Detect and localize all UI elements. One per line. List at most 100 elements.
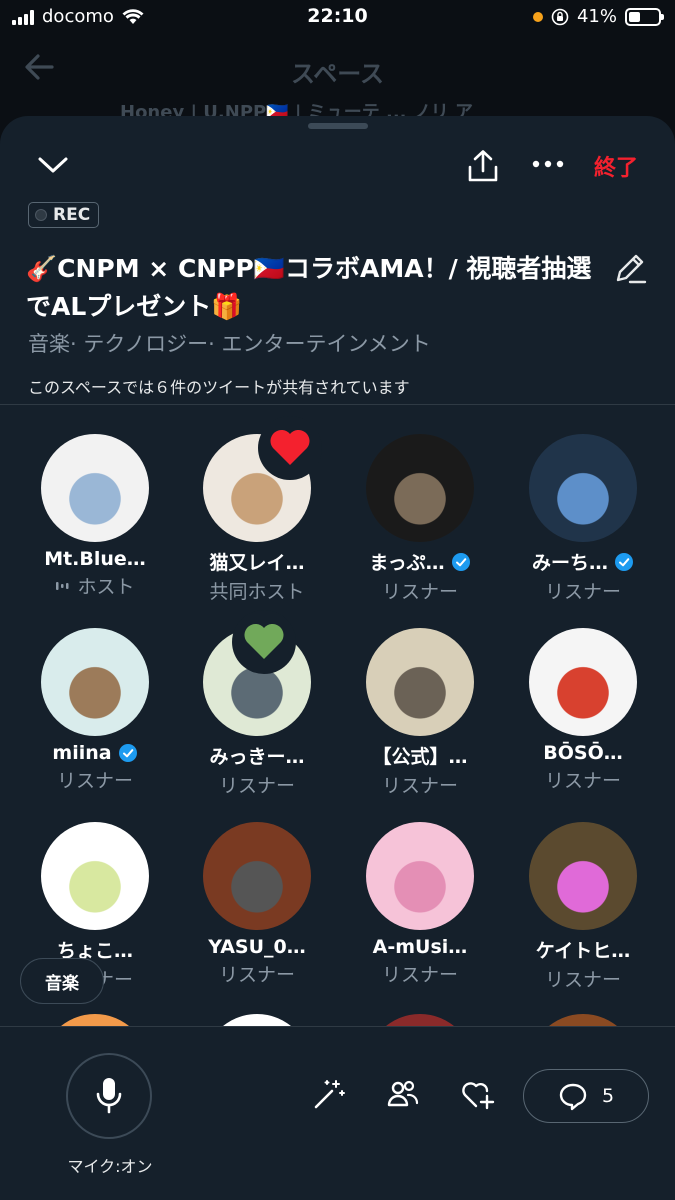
- participant-name-text: まっぷ…: [369, 552, 445, 574]
- participant-name: A-mUsi…: [340, 936, 500, 958]
- more-options-icon[interactable]: [530, 152, 566, 176]
- participant[interactable]: みーち… リスナー: [503, 434, 663, 604]
- participant-name: みっきー…: [177, 742, 337, 769]
- status-right: 41%: [532, 6, 664, 27]
- mic-in-use-dot: [532, 11, 543, 22]
- participant[interactable]: [15, 1014, 175, 1026]
- participant[interactable]: Mt.Blue… ホスト: [15, 434, 175, 599]
- participant-name-text: 【公式】…: [372, 746, 468, 768]
- shared-tweets-info[interactable]: このスペースでは６件のツイートが共有されています: [28, 374, 410, 398]
- participant-name-text: ケイトヒ…: [535, 940, 631, 962]
- header-divider: [0, 404, 675, 405]
- participant[interactable]: miina リスナー: [15, 628, 175, 793]
- avatar[interactable]: [203, 822, 311, 930]
- participant-role: 共同ホスト: [177, 577, 337, 604]
- avatar[interactable]: [366, 628, 474, 736]
- red-heart-icon: [258, 416, 322, 480]
- participant-role-text: リスナー: [544, 969, 621, 991]
- participant[interactable]: BŌSŌ… リスナー: [503, 628, 663, 793]
- collapse-chevron-icon[interactable]: [36, 154, 70, 176]
- participant-name-text: BŌSŌ…: [543, 742, 623, 764]
- share-icon[interactable]: [466, 149, 500, 183]
- end-space-button[interactable]: 終了: [594, 150, 638, 182]
- participant-role-text: リスナー: [218, 775, 295, 797]
- green-heart-icon: [232, 610, 296, 674]
- replies-button[interactable]: 5: [523, 1069, 649, 1123]
- participant-name: みーち…: [503, 548, 663, 575]
- avatar[interactable]: [529, 434, 637, 542]
- verified-badge-icon: [118, 744, 137, 762]
- replies-count: 5: [601, 1085, 615, 1107]
- participant-role-text: リスナー: [381, 775, 458, 797]
- sheet-grabber[interactable]: [308, 123, 368, 129]
- verified-badge-icon: [451, 552, 470, 571]
- background-title: スペース: [290, 60, 385, 88]
- participant-name-text: miina: [52, 742, 112, 764]
- avatar[interactable]: [529, 628, 637, 736]
- participant-role: リスナー: [503, 577, 663, 604]
- avatar[interactable]: [529, 1014, 637, 1026]
- participant-name: 【公式】…: [340, 742, 500, 769]
- participant-name: YASU_0…: [177, 936, 337, 958]
- participant-name-text: Mt.Blue…: [44, 548, 146, 570]
- avatar[interactable]: [41, 822, 149, 930]
- participant-name: 猫又レイ…: [177, 548, 337, 575]
- bottom-bar: マイク:オン 5: [0, 1026, 675, 1200]
- participant-name: Mt.Blue…: [15, 548, 175, 570]
- avatar[interactable]: [41, 434, 149, 542]
- edit-pencil-icon[interactable]: [612, 250, 648, 286]
- participant-role-text: リスナー: [544, 770, 621, 792]
- orientation-lock-icon: [551, 8, 569, 25]
- speaking-wave-icon: [56, 581, 69, 590]
- participants-grid: Mt.Blue… ホスト 猫又レイ… 共同ホスト まっぷ… リスナー みーち… リスナー mii…: [0, 406, 675, 1026]
- participant[interactable]: [177, 1014, 337, 1026]
- participants-icon[interactable]: [386, 1077, 420, 1111]
- participant-role: リスナー: [340, 771, 500, 798]
- participant-name-text: A-mUsi…: [372, 936, 468, 958]
- avatar[interactable]: [41, 628, 149, 736]
- mic-toggle-button[interactable]: [66, 1053, 152, 1139]
- avatar[interactable]: [366, 434, 474, 542]
- avatar[interactable]: [41, 1014, 149, 1026]
- participant-name: BŌSŌ…: [503, 742, 663, 764]
- background-header: スペース Honey | U.NPP🇵🇭 | ミューテ ... ノリ ア: [0, 40, 675, 123]
- participant-role-text: リスナー: [544, 581, 621, 603]
- participant-role: リスナー: [503, 766, 663, 793]
- participant-name-text: みっきー…: [209, 746, 305, 768]
- participant[interactable]: [340, 1014, 500, 1026]
- avatar[interactable]: [366, 1014, 474, 1026]
- participant-role-text: リスナー: [218, 964, 295, 986]
- participant[interactable]: A-mUsi… リスナー: [340, 822, 500, 987]
- comment-bubble-icon: [559, 1083, 587, 1111]
- space-topics[interactable]: 音楽· テクノロジー· エンターテインメント: [28, 328, 431, 358]
- avatar[interactable]: [366, 822, 474, 930]
- participant[interactable]: まっぷ… リスナー: [340, 434, 500, 604]
- space-title: 🎸CNPM × CNPP🇵🇭コラボAMA！/ 視聴者抽選でALプレゼント🎁: [26, 254, 592, 321]
- avatar[interactable]: [203, 1014, 311, 1026]
- participant-role: リスナー: [177, 960, 337, 987]
- reaction-heart-plus-icon[interactable]: [460, 1077, 496, 1111]
- participant[interactable]: [503, 1014, 663, 1026]
- participant-role: リスナー: [177, 771, 337, 798]
- mic-status-label: マイク:オン: [67, 1157, 153, 1176]
- participant-name-text: みーち…: [531, 552, 608, 574]
- participant[interactable]: ケイトヒ… リスナー: [503, 822, 663, 992]
- rec-label: REC: [53, 205, 91, 225]
- participant[interactable]: YASU_0… リスナー: [177, 822, 337, 987]
- topic-chip[interactable]: 音楽: [20, 958, 104, 1004]
- participant-name-text: YASU_0…: [208, 936, 306, 958]
- verified-badge-icon: [615, 552, 633, 571]
- recording-badge: REC: [28, 202, 100, 228]
- participant[interactable]: 【公式】… リスナー: [340, 628, 500, 798]
- participant-name: ケイトヒ…: [503, 936, 663, 963]
- participant-role-text: 共同ホスト: [209, 581, 305, 603]
- participant-role: リスナー: [15, 766, 175, 793]
- battery-icon: [625, 7, 664, 26]
- participant-role-text: リスナー: [381, 581, 458, 603]
- participant-role: リスナー: [503, 965, 663, 992]
- status-bar: docomo 22:10 41%: [0, 0, 675, 36]
- avatar[interactable]: [529, 822, 637, 930]
- battery-percent: 41%: [576, 6, 617, 27]
- microphone-icon: [96, 1078, 122, 1114]
- magic-wand-icon[interactable]: [312, 1077, 346, 1111]
